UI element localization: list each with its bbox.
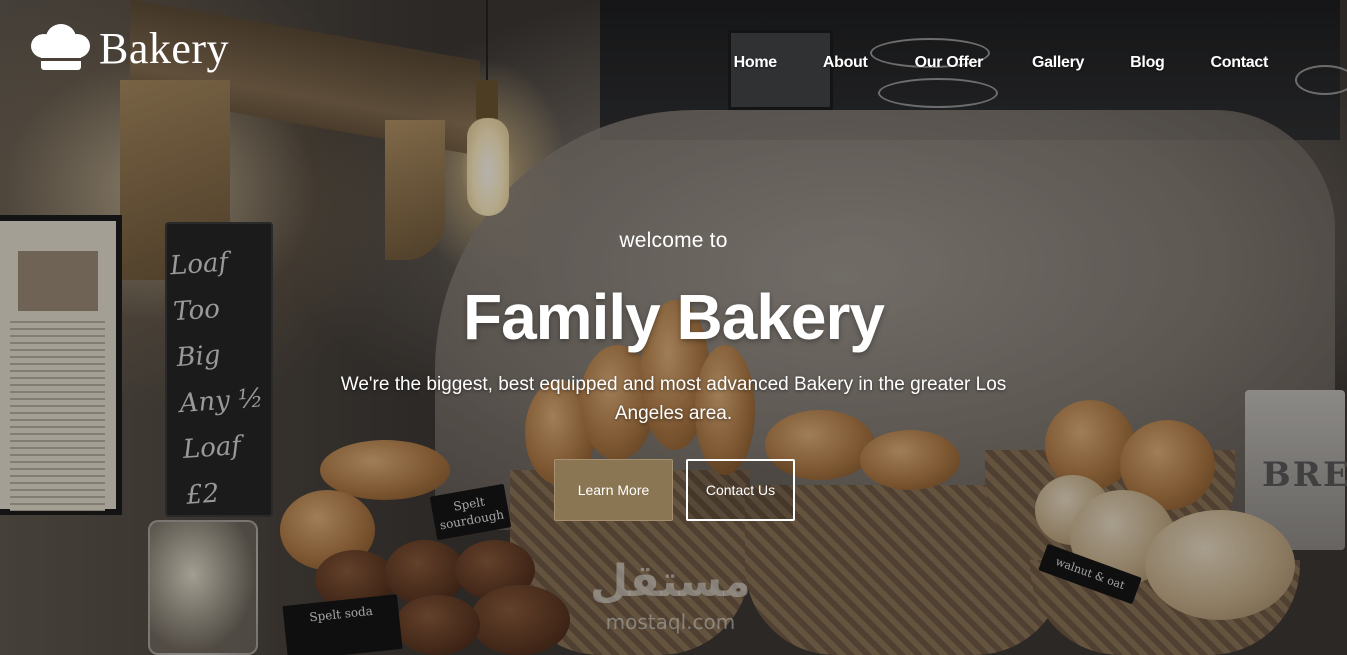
brand-name: Bakery — [99, 24, 230, 73]
nav-gallery[interactable]: Gallery — [1032, 54, 1084, 72]
hero-tagline: We're the biggest, best equipped and mos… — [340, 374, 1007, 424]
contact-us-button[interactable]: Contact Us — [686, 459, 795, 521]
nav-home[interactable]: Home — [734, 54, 778, 72]
nav-our-offer[interactable]: Our Offer — [915, 54, 984, 72]
watermark: مستقل mostaql.com — [590, 556, 751, 635]
nav-blog[interactable]: Blog — [1130, 54, 1165, 72]
watermark-arabic: مستقل — [590, 556, 751, 607]
nav-about[interactable]: About — [823, 54, 868, 72]
hero-title: Family Bakery — [462, 281, 885, 353]
learn-more-button[interactable]: Learn More — [554, 459, 673, 521]
hero-section: Loaf Too Big Any ½ Loaf £2 BRE Spelt sou… — [0, 0, 1347, 655]
chef-hat-icon — [31, 24, 91, 74]
brand-logo[interactable]: Bakery — [31, 24, 229, 74]
nav-contact[interactable]: Contact — [1211, 54, 1269, 72]
main-nav: Home About Our Offer Gallery Blog Contac… — [734, 54, 1269, 72]
watermark-latin: mostaql.com — [605, 610, 736, 634]
hero-welcome: welcome to — [619, 229, 728, 252]
